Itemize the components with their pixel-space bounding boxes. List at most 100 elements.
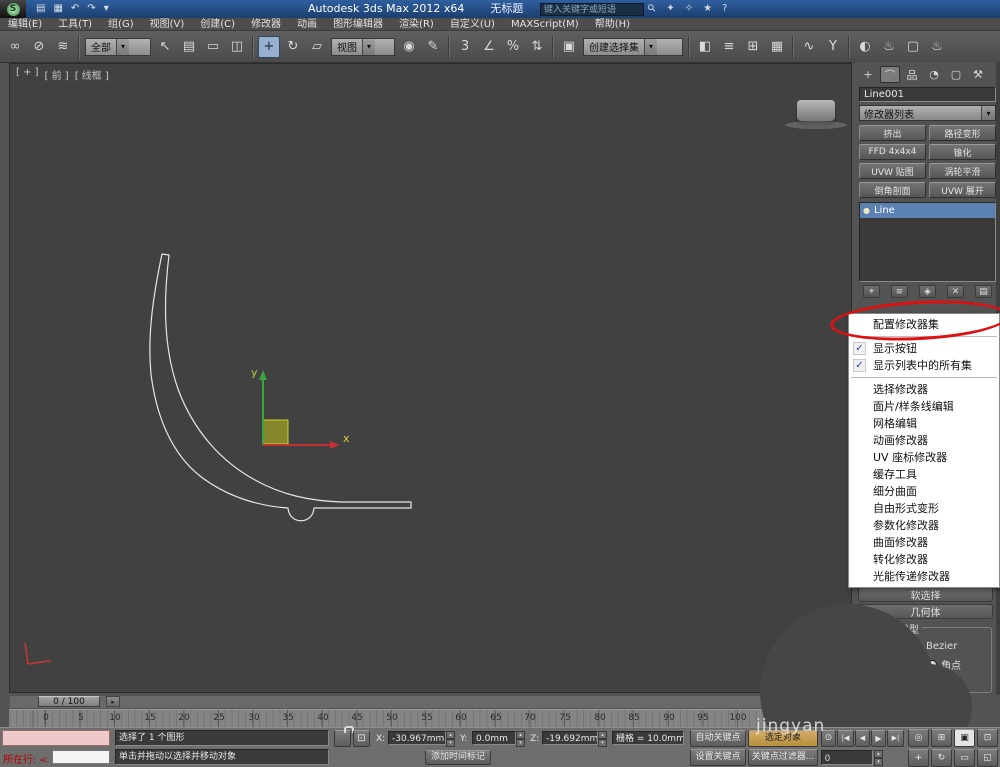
- redo-button[interactable]: ↷: [83, 1, 99, 17]
- select-and-scale-button[interactable]: ▱: [306, 36, 328, 58]
- go-to-end-button[interactable]: ▶|: [887, 730, 904, 747]
- track-bar[interactable]: 0 5 10 15 20 25 30 35 40 45 50 55 60 65 …: [9, 709, 852, 727]
- modifier-button-pathdeform[interactable]: 路径变形: [929, 125, 996, 141]
- edit-named-selection-sets-button[interactable]: ▣: [558, 36, 580, 58]
- chevron-down-icon[interactable]: ▾: [362, 39, 375, 55]
- zoom-region-button[interactable]: ⊡: [977, 729, 998, 747]
- orbit-button[interactable]: ↻: [931, 749, 952, 767]
- select-by-name-button[interactable]: ▤: [178, 36, 200, 58]
- modifier-button-ffd4x4x4[interactable]: FFD 4x4x4: [859, 144, 926, 160]
- zoom-button[interactable]: ◎: [908, 729, 929, 747]
- menu-item-surface-modifiers[interactable]: 曲面修改器: [849, 534, 999, 551]
- favorites-star-icon[interactable]: ★: [698, 2, 717, 16]
- stack-item-line[interactable]: ● Line: [860, 203, 995, 218]
- visibility-bulb-icon[interactable]: ●: [863, 206, 870, 215]
- tab-motion-icon[interactable]: ◔: [924, 66, 944, 83]
- menu-group[interactable]: 组(G): [100, 18, 142, 31]
- y-coordinate-field[interactable]: 0.0mm: [472, 731, 516, 745]
- select-object-button[interactable]: ↖: [154, 36, 176, 58]
- selection-filter-dropdown[interactable]: 全部 ▾: [85, 38, 151, 56]
- pan-view-button[interactable]: +: [908, 749, 929, 767]
- communication-center-icon[interactable]: ✧: [680, 2, 698, 16]
- x-coordinate-field[interactable]: -30.967mm: [388, 731, 446, 745]
- menu-rendering[interactable]: 渲染(R): [391, 18, 442, 31]
- pin-stack-button[interactable]: ⌖: [863, 285, 880, 298]
- undo-button[interactable]: ↶: [67, 1, 83, 17]
- zoom-extents-button[interactable]: ▣: [954, 729, 975, 747]
- y-spinner[interactable]: ▴▾: [516, 731, 525, 747]
- next-frame-step-button[interactable]: ▸: [106, 696, 120, 707]
- viewport-front[interactable]: [ + ] [ 前 ] [ 线框 ] y x: [9, 63, 852, 693]
- quick-access-chevron-icon[interactable]: ▾: [100, 1, 113, 17]
- key-filters-button[interactable]: 关键点过滤器...: [748, 749, 818, 766]
- menu-graph-editors[interactable]: 图形编辑器: [325, 18, 391, 31]
- menu-item-show-all-sets[interactable]: ✓ 显示列表中的所有集: [849, 357, 999, 374]
- spinner-up-icon[interactable]: ▴: [446, 731, 455, 739]
- previous-frame-button[interactable]: ◀: [855, 730, 870, 747]
- menu-create[interactable]: 创建(C): [192, 18, 243, 31]
- modifier-button-uvwmap[interactable]: UVW 贴图: [859, 163, 926, 179]
- viewcube-widget[interactable]: [797, 100, 835, 121]
- tab-utilities-icon[interactable]: ⚒: [968, 66, 988, 83]
- spinner-down-icon[interactable]: ▾: [874, 758, 883, 766]
- curve-editor-button[interactable]: ∿: [798, 36, 820, 58]
- spinner-snap-button[interactable]: ⇅: [526, 36, 548, 58]
- menu-views[interactable]: 视图(V): [142, 18, 193, 31]
- snap-toggle-3d-button[interactable]: 3: [454, 36, 476, 58]
- chevron-down-icon[interactable]: ▾: [981, 106, 995, 120]
- menu-edit[interactable]: 编辑(E): [0, 18, 50, 31]
- search-icon[interactable]: ⚲: [644, 2, 661, 16]
- absolute-offset-toggle[interactable]: ⊡: [353, 730, 370, 747]
- menu-tools[interactable]: 工具(T): [50, 18, 100, 31]
- align-button[interactable]: ≡: [718, 36, 740, 58]
- menu-item-configure-modifier-sets[interactable]: 配置修改器集: [849, 316, 999, 333]
- auto-key-button[interactable]: 自动关键点: [690, 730, 746, 747]
- z-spinner[interactable]: ▴▾: [598, 731, 607, 747]
- field-of-view-button[interactable]: ▭: [954, 749, 975, 767]
- spinner-down-icon[interactable]: ▾: [598, 739, 607, 747]
- menu-item-uv-coordinate-modifiers[interactable]: UV 座标修改器: [849, 449, 999, 466]
- menu-help[interactable]: 帮助(H): [587, 18, 638, 31]
- frame-spinner[interactable]: ▴▾: [874, 750, 883, 766]
- modifier-list-dropdown[interactable]: 修改器列表 ▾: [859, 105, 996, 121]
- tab-create-icon[interactable]: +: [858, 66, 878, 83]
- menu-customize[interactable]: 自定义(U): [442, 18, 503, 31]
- z-coordinate-field[interactable]: -19.692mm: [542, 731, 598, 745]
- rendered-frame-window-button[interactable]: ▢: [902, 36, 924, 58]
- menu-animation[interactable]: 动画: [289, 18, 325, 31]
- menu-maxscript[interactable]: MAXScript(M): [503, 18, 587, 31]
- play-animation-button[interactable]: ▶: [871, 730, 886, 747]
- menu-item-subdivision-surfaces[interactable]: 细分曲面: [849, 483, 999, 500]
- x-spinner[interactable]: ▴▾: [446, 731, 455, 747]
- set-key-button[interactable]: 设置关键点: [690, 749, 746, 766]
- open-button[interactable]: ▤: [32, 1, 49, 17]
- tab-modify-icon[interactable]: ⌒: [880, 66, 900, 83]
- material-editor-button[interactable]: ◐: [854, 36, 876, 58]
- time-slider-handle[interactable]: 0 / 100: [38, 696, 100, 707]
- select-and-manipulate-button[interactable]: ✎: [422, 36, 444, 58]
- selection-region-button[interactable]: ▭: [202, 36, 224, 58]
- spinner-up-icon[interactable]: ▴: [598, 731, 607, 739]
- zoom-all-button[interactable]: ⊞: [931, 729, 952, 747]
- menu-item-parametric-modifiers[interactable]: 参数化修改器: [849, 517, 999, 534]
- current-frame-field[interactable]: [821, 750, 873, 765]
- use-pivot-center-button[interactable]: ◉: [398, 36, 420, 58]
- application-menu-button[interactable]: S: [0, 0, 26, 18]
- bind-to-space-warp-button[interactable]: ≋: [52, 36, 74, 58]
- add-time-tag-button[interactable]: 添加时间标记: [425, 750, 491, 765]
- maximize-viewport-button[interactable]: ◱: [977, 749, 998, 767]
- percent-snap-button[interactable]: %: [502, 36, 524, 58]
- modifier-button-extrude[interactable]: 挤出: [859, 125, 926, 141]
- tab-hierarchy-icon[interactable]: 品: [902, 66, 922, 83]
- menu-item-patch-spline-editing[interactable]: 面片/样条线编辑: [849, 398, 999, 415]
- rollout-soft-selection[interactable]: 软选择: [858, 587, 993, 602]
- spinner-up-icon[interactable]: ▴: [516, 731, 525, 739]
- search-input[interactable]: [540, 3, 644, 16]
- menu-item-radiosity-modifiers[interactable]: 光能传递修改器: [849, 568, 999, 585]
- help-icon[interactable]: ?: [717, 2, 732, 16]
- configure-modifier-sets-button[interactable]: ▤: [975, 285, 992, 298]
- spinner-down-icon[interactable]: ▾: [446, 739, 455, 747]
- select-and-rotate-button[interactable]: ↻: [282, 36, 304, 58]
- object-name-field[interactable]: Line001: [859, 87, 996, 102]
- menu-item-selection-modifiers[interactable]: 选择修改器: [849, 381, 999, 398]
